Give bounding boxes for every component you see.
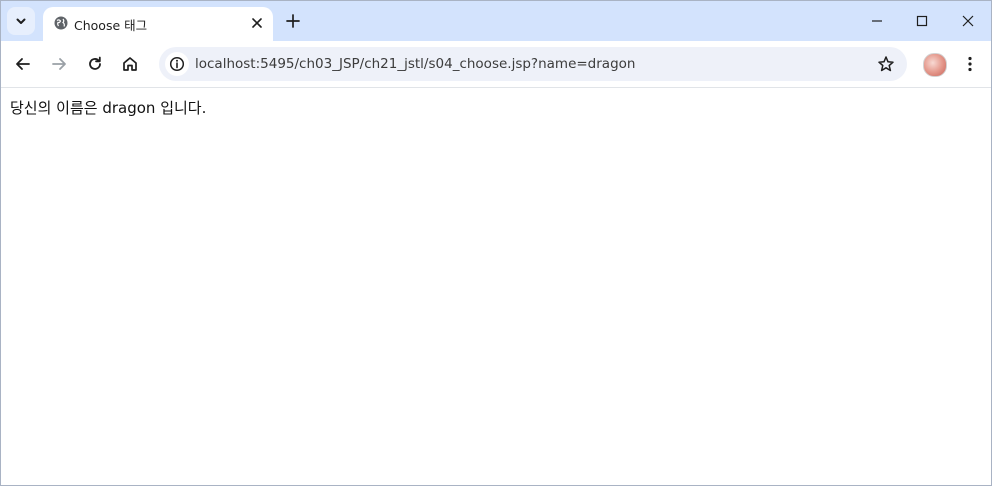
star-icon[interactable] (877, 55, 895, 73)
tab-active[interactable]: Choose 태그 (43, 7, 273, 41)
tab-search-button[interactable] (7, 7, 35, 35)
reload-button[interactable] (83, 52, 107, 76)
page-content: 당신의 이름은 dragon 입니다. (1, 88, 991, 485)
forward-button[interactable] (47, 52, 71, 76)
address-bar[interactable]: localhost:5495/ch03_JSP/ch21_jstl/s04_ch… (159, 47, 907, 81)
globe-icon (54, 16, 68, 30)
back-button[interactable] (11, 52, 35, 76)
toolbar: localhost:5495/ch03_JSP/ch21_jstl/s04_ch… (1, 41, 991, 88)
back-arrow-icon (16, 58, 30, 70)
plus-icon[interactable] (283, 11, 303, 31)
maximize-button[interactable] (910, 9, 934, 33)
browser-menu-button[interactable] (958, 52, 982, 76)
kebab-menu-icon (968, 56, 972, 72)
reload-icon (89, 56, 101, 70)
info-icon (169, 56, 185, 72)
maximize-icon (916, 15, 928, 27)
minimize-button[interactable] (865, 9, 889, 33)
url-text[interactable]: localhost:5495/ch03_JSP/ch21_jstl/s04_ch… (195, 56, 635, 72)
home-icon (123, 57, 137, 71)
close-icon (962, 15, 974, 27)
chevron-down-icon (16, 18, 26, 24)
tab-title: Choose 태그 (74, 18, 148, 33)
page-body-text: 당신의 이름은 dragon 입니다. (10, 99, 207, 117)
close-icon[interactable] (249, 15, 265, 31)
profile-avatar[interactable] (923, 53, 947, 77)
site-info-button[interactable] (165, 52, 189, 76)
browser-window: Choose 태그 localhost:5495/ch03_JSP/ch21_j… (0, 0, 992, 486)
minimize-icon (872, 20, 882, 22)
tab-strip: Choose 태그 (1, 1, 991, 41)
home-button[interactable] (118, 52, 142, 76)
forward-arrow-icon (52, 58, 66, 70)
close-window-button[interactable] (956, 9, 980, 33)
